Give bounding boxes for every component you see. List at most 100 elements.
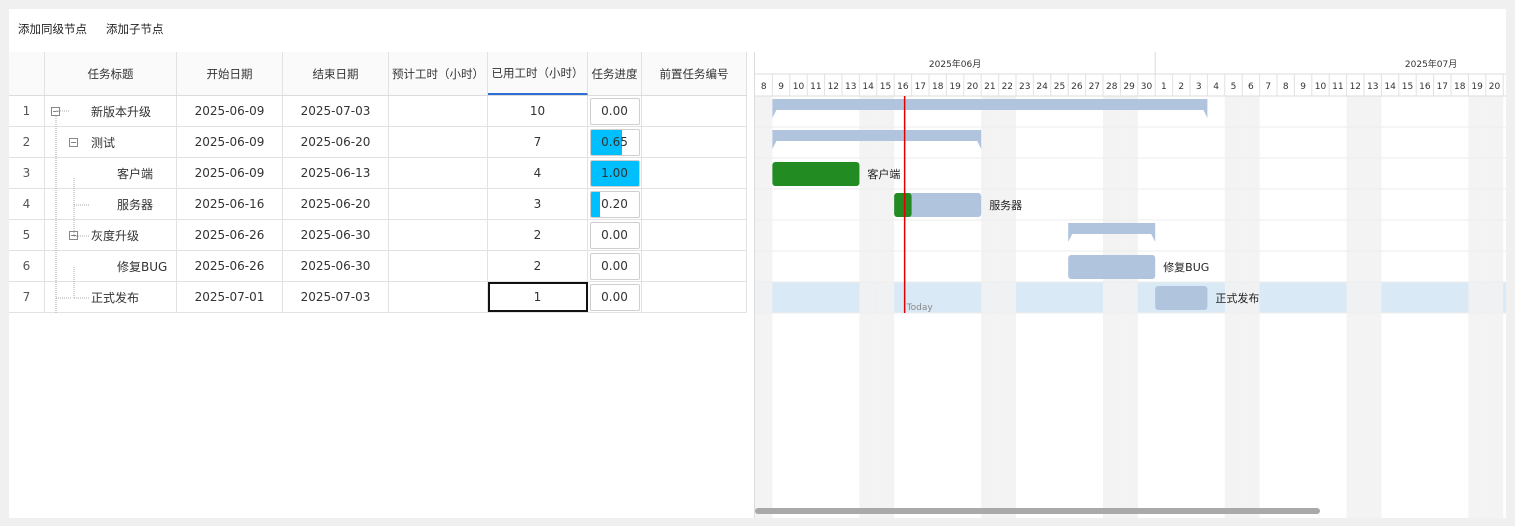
predecessor-cell[interactable] xyxy=(642,127,747,157)
predecessor-cell[interactable] xyxy=(642,158,747,188)
used-hours-cell[interactable]: 2 xyxy=(488,251,588,281)
day-label: 7 xyxy=(1265,82,1271,92)
progress-cell[interactable]: 0.00 xyxy=(588,220,642,250)
predecessor-cell[interactable] xyxy=(642,220,747,250)
end-date-cell[interactable]: 2025-07-03 xyxy=(283,96,389,126)
progress-box[interactable]: 1.00 xyxy=(589,159,640,187)
add-child-node-button[interactable]: 添加子节点 xyxy=(106,21,164,37)
start-date-cell[interactable]: 2025-06-09 xyxy=(177,158,283,188)
day-label: 18 xyxy=(1454,82,1466,92)
weekend-column xyxy=(1103,96,1121,518)
progress-value: 0.00 xyxy=(601,259,628,273)
horizontal-scrollbar[interactable] xyxy=(755,508,1320,514)
day-label: 10 xyxy=(1315,82,1327,92)
progress-cell[interactable]: 0.00 xyxy=(588,251,642,281)
task-bar[interactable] xyxy=(1068,255,1156,279)
estimated-hours-cell[interactable] xyxy=(389,158,488,188)
used-hours-cell[interactable]: 2 xyxy=(488,220,588,250)
day-label: 5 xyxy=(1231,82,1237,92)
header-end-date[interactable]: 结束日期 xyxy=(283,52,389,95)
start-date-cell[interactable]: 2025-06-09 xyxy=(177,127,283,157)
end-date-cell[interactable]: 2025-06-30 xyxy=(283,251,389,281)
end-date-cell[interactable]: 2025-06-20 xyxy=(283,189,389,219)
task-title-cell[interactable]: 正式发布 xyxy=(45,282,177,312)
header-progress[interactable]: 任务进度 xyxy=(588,52,642,95)
table-row[interactable]: 4 服务器 2025-06-16 2025-06-20 3 0.20 xyxy=(9,189,747,220)
start-date-cell[interactable]: 2025-06-26 xyxy=(177,251,283,281)
used-hours-cell[interactable]: 3 xyxy=(488,189,588,219)
day-label: 22 xyxy=(1002,82,1013,92)
day-label: 4 xyxy=(1213,82,1219,92)
predecessor-cell[interactable] xyxy=(642,189,747,219)
weekend-column xyxy=(1346,96,1364,518)
header-estimated-hours[interactable]: 预计工时（小时） xyxy=(389,52,488,95)
gantt-timeline[interactable]: 2025年06月 2025年07月8 9 10 11 12 13 14 15 16 17 18 19 20… xyxy=(755,52,1506,518)
table-row[interactable]: 1− 新版本升级 2025-06-09 2025-07-03 10 0.00 xyxy=(9,96,747,127)
task-title: 测试 xyxy=(91,135,116,150)
progress-box[interactable]: 0.00 xyxy=(589,221,640,249)
day-label: 28 xyxy=(1106,82,1118,92)
header-start-date[interactable]: 开始日期 xyxy=(177,52,283,95)
progress-cell[interactable]: 0.00 xyxy=(588,282,642,312)
task-title-cell[interactable]: − 灰度升级 xyxy=(45,220,177,250)
task-title-cell[interactable]: 修复BUG xyxy=(45,251,177,281)
header-title[interactable]: 任务标题 xyxy=(45,52,177,95)
collapse-toggle-icon[interactable]: − xyxy=(69,138,78,147)
progress-box[interactable]: 0.65 xyxy=(589,128,640,156)
used-hours-cell[interactable]: 4 xyxy=(488,158,588,188)
estimated-hours-cell[interactable] xyxy=(389,282,488,312)
header-used-hours[interactable]: 已用工时（小时） xyxy=(488,52,588,95)
table-row[interactable]: 5 − 灰度升级 2025-06-26 2025-06-30 2 0.00 xyxy=(9,220,747,251)
progress-cell[interactable]: 1.00 xyxy=(588,158,642,188)
progress-box[interactable]: 0.00 xyxy=(589,97,640,125)
table-row[interactable]: 3 客户端 2025-06-09 2025-06-13 4 1.00 xyxy=(9,158,747,189)
gantt-chart: 2025年06月 2025年07月 8 9 10 11 12 13 14 15 16 17 18 19 20… xyxy=(754,52,1506,518)
end-date-cell[interactable]: 2025-06-30 xyxy=(283,220,389,250)
estimated-hours-cell[interactable] xyxy=(389,96,488,126)
table-row[interactable]: 6 修复BUG 2025-06-26 2025-06-30 2 0.00 xyxy=(9,251,747,282)
used-hours-cell[interactable]: 1 xyxy=(488,282,588,312)
table-row[interactable]: 7 正式发布 2025-07-01 2025-07-03 1 0.00 xyxy=(9,282,747,313)
start-date-cell[interactable]: 2025-06-16 xyxy=(177,189,283,219)
end-date-cell[interactable]: 2025-06-13 xyxy=(283,158,389,188)
table-row[interactable]: 2 − 测试 2025-06-09 2025-06-20 7 0.65 xyxy=(9,127,747,158)
task-title-cell[interactable]: 客户端 xyxy=(45,158,177,188)
task-title-cell[interactable]: 服务器 xyxy=(45,189,177,219)
task-title-cell[interactable]: − 测试 xyxy=(45,127,177,157)
day-label: 25 xyxy=(1054,82,1065,92)
day-label: 21 xyxy=(984,82,995,92)
progress-box[interactable]: 0.20 xyxy=(589,190,640,218)
start-date-cell[interactable]: 2025-06-09 xyxy=(177,96,283,126)
progress-cell[interactable]: 0.00 xyxy=(588,96,642,126)
day-label: 2 xyxy=(1178,82,1184,92)
end-date-cell[interactable]: 2025-06-20 xyxy=(283,127,389,157)
estimated-hours-cell[interactable] xyxy=(389,189,488,219)
progress-box[interactable]: 0.00 xyxy=(589,252,640,280)
predecessor-cell[interactable] xyxy=(642,96,747,126)
weekend-column xyxy=(1242,96,1260,518)
progress-cell[interactable]: 0.20 xyxy=(588,189,642,219)
collapse-toggle-icon[interactable]: − xyxy=(69,231,78,240)
estimated-hours-cell[interactable] xyxy=(389,251,488,281)
estimated-hours-cell[interactable] xyxy=(389,127,488,157)
used-hours-cell[interactable]: 7 xyxy=(488,127,588,157)
used-hours-cell[interactable]: 10 xyxy=(488,96,588,126)
day-label: 20 xyxy=(1489,82,1501,92)
progress-cell[interactable]: 0.65 xyxy=(588,127,642,157)
collapse-toggle-icon[interactable]: − xyxy=(51,107,60,116)
progress-value: 0.00 xyxy=(601,228,628,242)
progress-box[interactable]: 0.00 xyxy=(589,283,640,311)
task-title-cell[interactable]: − 新版本升级 xyxy=(45,96,177,126)
weekend-column xyxy=(755,96,773,518)
start-date-cell[interactable]: 2025-06-26 xyxy=(177,220,283,250)
day-label: 12 xyxy=(828,82,839,92)
estimated-hours-cell[interactable] xyxy=(389,220,488,250)
add-sibling-node-button[interactable]: 添加同级节点 xyxy=(18,21,87,37)
predecessor-cell[interactable] xyxy=(642,282,747,312)
predecessor-cell[interactable] xyxy=(642,251,747,281)
header-predecessor[interactable]: 前置任务编号 xyxy=(642,52,747,95)
end-date-cell[interactable]: 2025-07-03 xyxy=(283,282,389,312)
start-date-cell[interactable]: 2025-07-01 xyxy=(177,282,283,312)
task-bar[interactable] xyxy=(1155,286,1208,310)
day-label: 24 xyxy=(1036,82,1048,92)
